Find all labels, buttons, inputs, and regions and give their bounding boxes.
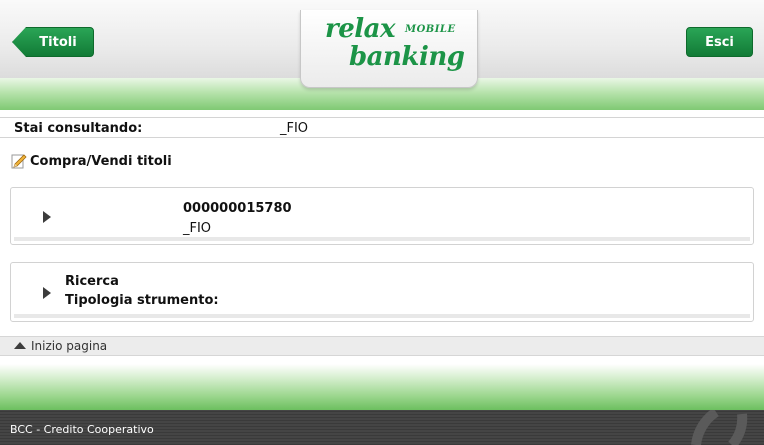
consulting-label: Stai consultando: <box>14 121 143 136</box>
exit-button-label: Esci <box>705 34 734 50</box>
consulting-value: _FIO <box>280 121 309 136</box>
relax-banking-logo: relax MOBILE banking <box>300 10 478 88</box>
exit-button[interactable]: Esci <box>686 27 753 57</box>
search-label: Ricerca <box>65 274 119 289</box>
back-to-top-label: Inizio pagina <box>31 339 108 353</box>
up-arrow-icon <box>14 342 26 349</box>
logo-text-mobile: MOBILE <box>405 24 456 35</box>
account-number: 000000015780 <box>183 201 292 216</box>
app-footer: BCC - Credito Cooperativo <box>0 410 764 445</box>
footer-text: BCC - Credito Cooperativo <box>10 423 154 436</box>
consulting-info-bar: Stai consultando: _FIO <box>0 117 764 138</box>
expand-triangle-icon <box>43 287 51 299</box>
footer-green-band <box>0 364 764 410</box>
account-selector-card[interactable]: 000000015780 _FIO <box>10 187 754 245</box>
back-button-titoli[interactable]: Titoli <box>12 27 94 57</box>
instrument-type-label: Tipologia strumento: <box>65 293 219 308</box>
section-heading: Compra/Vendi titoli <box>10 152 172 170</box>
account-name: _FIO <box>183 221 212 236</box>
section-title: Compra/Vendi titoli <box>30 153 172 169</box>
logo-text-banking: banking <box>349 42 465 72</box>
expand-triangle-icon <box>43 211 51 223</box>
logo-text-relax: relax <box>325 14 395 44</box>
pencil-icon <box>11 154 27 169</box>
back-button-label: Titoli <box>39 34 77 50</box>
footer-decoration <box>691 410 748 445</box>
back-to-top-link[interactable]: Inizio pagina <box>0 336 764 356</box>
search-card[interactable]: Ricerca Tipologia strumento: <box>10 262 754 322</box>
